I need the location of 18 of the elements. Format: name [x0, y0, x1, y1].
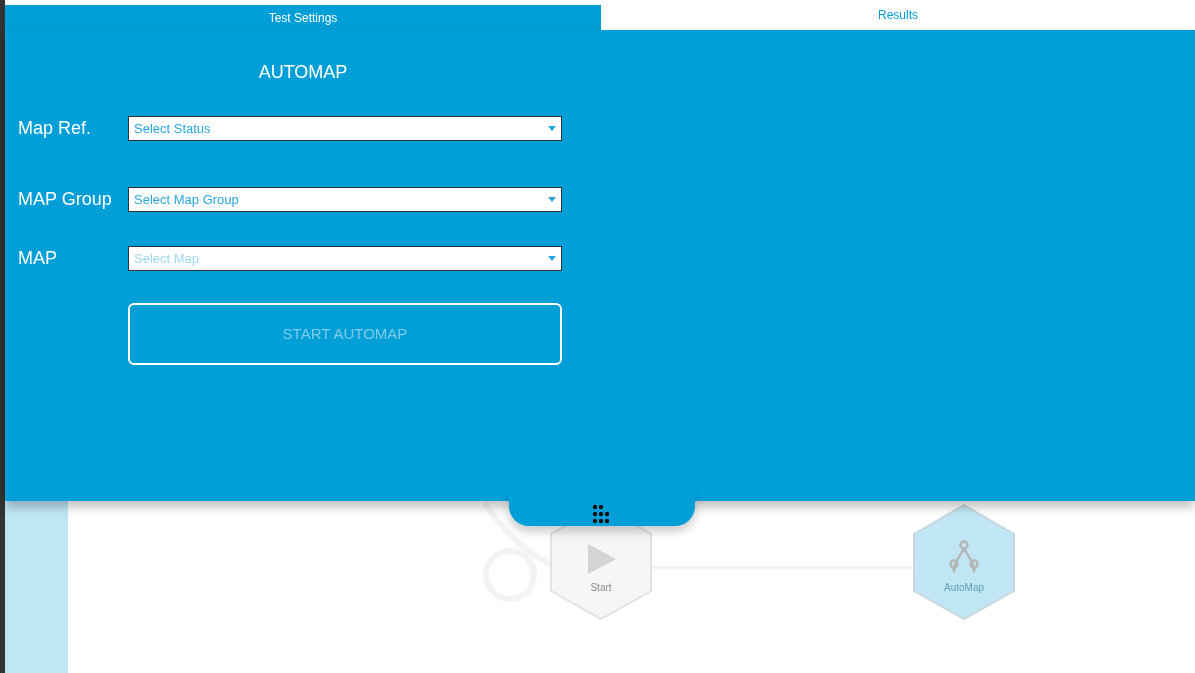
tab[interactable]: Test Settings — [5, 5, 601, 30]
dropdown-caret-icon — [548, 256, 556, 261]
workflow-node[interactable]: Start — [550, 526, 652, 620]
dropdown-caret-icon — [548, 197, 556, 202]
dropdown-field[interactable]: Select Map Group — [128, 187, 562, 212]
node-label: AutoMap — [943, 581, 985, 595]
grip-icon — [592, 504, 612, 524]
field-label: MAP — [17, 247, 58, 270]
node-label: Start — [589, 581, 613, 595]
handle-tab[interactable] — [509, 490, 695, 526]
field-label: Map Ref. — [17, 117, 93, 140]
dropdown-field[interactable]: Select Status — [128, 116, 562, 141]
field-label: MAP Group — [17, 188, 113, 211]
panel-title: AUTOMAP — [258, 62, 348, 82]
dropdown-caret-icon — [548, 126, 556, 131]
play-icon — [588, 544, 616, 574]
workflow-node[interactable]: AutoMap — [913, 504, 1015, 620]
map-pin-branch-icon — [948, 540, 980, 576]
